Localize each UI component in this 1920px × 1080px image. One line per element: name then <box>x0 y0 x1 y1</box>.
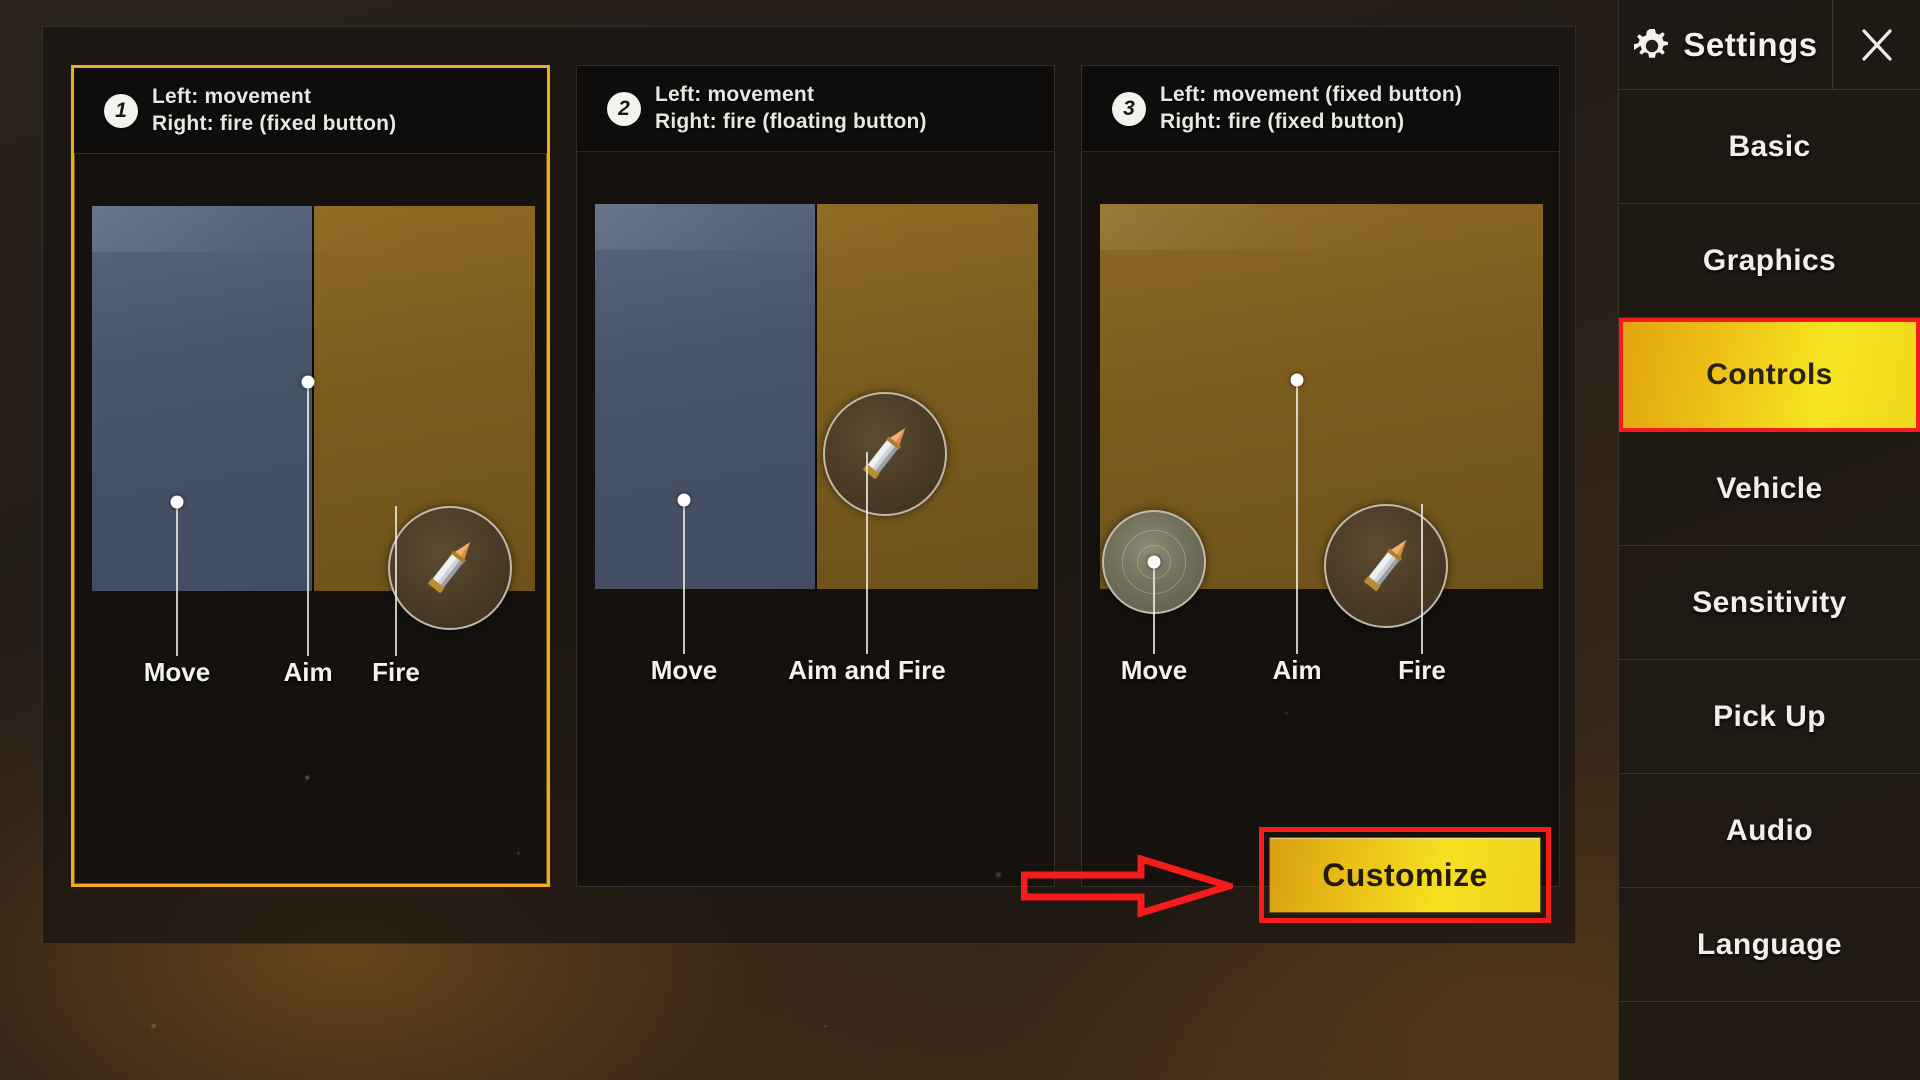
sidebar-item-pickup[interactable]: Pick Up <box>1619 660 1920 774</box>
callout-label-move: Move <box>1120 655 1188 685</box>
callout-stem-move <box>176 506 178 656</box>
scheme-line-2: Right: fire (floating button) <box>655 110 927 133</box>
scheme-diagram-3: Move Aim Fire <box>1082 152 1559 888</box>
sidebar-item-basic[interactable]: Basic <box>1619 90 1920 204</box>
callout-stem-fire <box>1421 504 1423 654</box>
customize-button[interactable]: Customize <box>1269 837 1541 913</box>
sidebar-title: Settings <box>1683 25 1818 63</box>
fire-button-icon <box>1324 504 1448 628</box>
scheme-number-badge: 3 <box>1112 91 1146 126</box>
control-scheme-card-1[interactable]: 1 Left: movement Right: fire (fixed butt… <box>71 65 550 887</box>
annotation-arrow-icon <box>1021 855 1233 917</box>
callout-stem-fire <box>395 506 397 656</box>
controls-panel: 1 Left: movement Right: fire (fixed butt… <box>42 26 1576 944</box>
sidebar-item-audio[interactable]: Audio <box>1619 774 1920 888</box>
callout-dot-aim <box>301 375 315 389</box>
scheme-number-badge: 1 <box>104 93 138 128</box>
callout-dot-move <box>677 493 691 507</box>
callout-stem-move <box>683 504 685 654</box>
customize-area: Customize <box>1021 827 1551 923</box>
callout-stem-move <box>1153 566 1155 654</box>
control-scheme-card-3[interactable]: 3 Left: movement (fixed button) Right: f… <box>1081 65 1560 887</box>
close-button[interactable] <box>1832 0 1920 89</box>
scheme-header-3: 3 Left: movement (fixed button) Right: f… <box>1082 66 1559 152</box>
scheme-description: Left: movement Right: fire (fixed button… <box>152 85 396 136</box>
callout-stem-aim <box>1296 384 1298 654</box>
control-scheme-card-2[interactable]: 2 Left: movement Right: fire (floating b… <box>576 65 1055 887</box>
callout-label-fire: Fire <box>372 657 420 687</box>
sidebar-item-sensitivity[interactable]: Sensitivity <box>1619 546 1920 660</box>
bullet-icon <box>428 541 471 594</box>
sidebar-title-group: Settings <box>1619 0 1832 89</box>
callout-label-aim: Aim <box>1272 655 1322 685</box>
sidebar-filler <box>1619 1002 1920 1080</box>
control-scheme-list: 1 Left: movement Right: fire (fixed butt… <box>71 65 1560 887</box>
scheme-header-2: 2 Left: movement Right: fire (floating b… <box>577 66 1054 152</box>
callout-label-aim: Aim <box>283 657 333 687</box>
callout-label-fire: Fire <box>1398 655 1446 685</box>
sidebar-item-language[interactable]: Language <box>1619 888 1920 1002</box>
callout-label-move: Move <box>650 655 718 685</box>
fire-zone <box>816 204 1038 589</box>
movement-zone <box>595 204 817 589</box>
bullet-icon <box>863 427 906 480</box>
callout-stem-aim-fire <box>866 452 868 654</box>
fire-button-icon <box>388 506 512 630</box>
bullet-icon <box>1364 539 1407 592</box>
callout-stem-aim <box>307 386 309 656</box>
scheme-line-1: Left: movement (fixed button) <box>1160 83 1463 106</box>
close-x-icon <box>1861 28 1892 61</box>
scheme-line-1: Left: movement <box>655 83 815 106</box>
sidebar-item-graphics[interactable]: Graphics <box>1619 204 1920 318</box>
game-settings-screen: 1 Left: movement Right: fire (fixed butt… <box>0 0 1920 1080</box>
callout-dot-move <box>170 495 184 509</box>
sidebar-item-vehicle[interactable]: Vehicle <box>1619 432 1920 546</box>
scheme-diagram-1: Move Aim Fire <box>74 154 547 890</box>
callout-label-aim-fire: Aim and Fire <box>788 655 946 685</box>
scheme-line-2: Right: fire (fixed button) <box>1160 110 1405 133</box>
scheme-line-2: Right: fire (fixed button) <box>152 112 397 135</box>
scheme-line-1: Left: movement <box>152 85 312 108</box>
sidebar-item-controls[interactable]: Controls <box>1619 318 1920 432</box>
scheme-description: Left: movement Right: fire (floating but… <box>655 83 927 134</box>
callout-dot-move <box>1147 555 1161 569</box>
callout-dot-aim <box>1290 373 1304 387</box>
scheme-diagram-2: Move Aim and Fire <box>577 152 1054 888</box>
settings-sidebar: Settings Basic Graphics Controls Vehicle… <box>1618 0 1920 1080</box>
scheme-header-1: 1 Left: movement Right: fire (fixed butt… <box>74 68 547 154</box>
callout-label-move: Move <box>143 657 211 687</box>
floating-fire-button-icon <box>823 392 947 516</box>
sidebar-header: Settings <box>1619 0 1920 90</box>
screen-mockup <box>595 204 1038 589</box>
scheme-number-badge: 2 <box>607 91 641 126</box>
customize-annotation-box: Customize <box>1259 827 1551 923</box>
movement-zone <box>92 206 314 591</box>
gear-icon <box>1634 28 1669 58</box>
scheme-description: Left: movement (fixed button) Right: fir… <box>1160 83 1462 134</box>
